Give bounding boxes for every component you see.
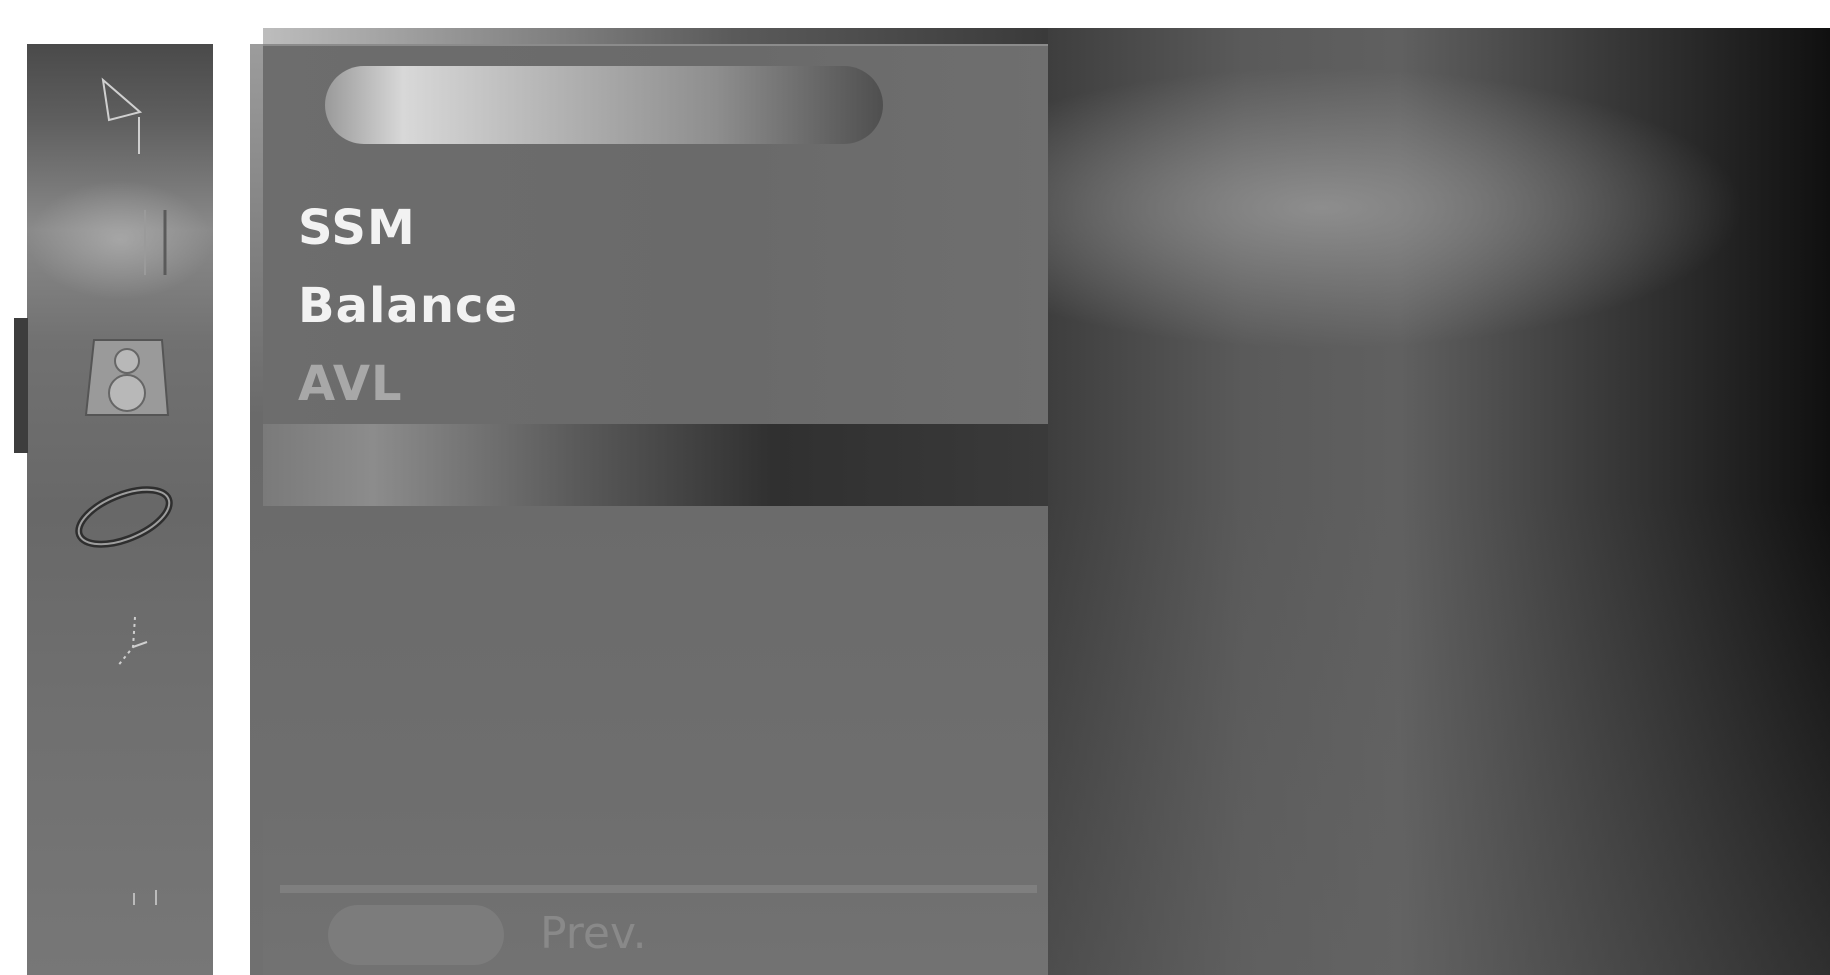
panel-top-strip (263, 28, 1048, 44)
footer-divider (280, 885, 1037, 893)
menu-item-avl[interactable]: AVL (298, 356, 403, 412)
active-indicator (14, 318, 28, 453)
menu-item-ssm[interactable]: SSM (298, 200, 416, 256)
panel-edge (250, 44, 264, 975)
menu-item-balance[interactable]: Balance (298, 278, 518, 334)
panel-separator (263, 424, 1048, 506)
station-icon[interactable] (95, 72, 155, 157)
prev-button[interactable] (328, 905, 504, 965)
option-icon[interactable] (105, 612, 155, 672)
picture-icon[interactable] (135, 205, 175, 280)
menu-title-bar (325, 66, 883, 144)
prev-label: Prev. (540, 908, 647, 959)
preview-fade (1048, 500, 1830, 975)
time-icon[interactable] (72, 482, 177, 552)
rail-highlight (27, 180, 213, 300)
lock-icon[interactable] (128, 885, 168, 910)
audio-icon[interactable] (82, 335, 172, 420)
